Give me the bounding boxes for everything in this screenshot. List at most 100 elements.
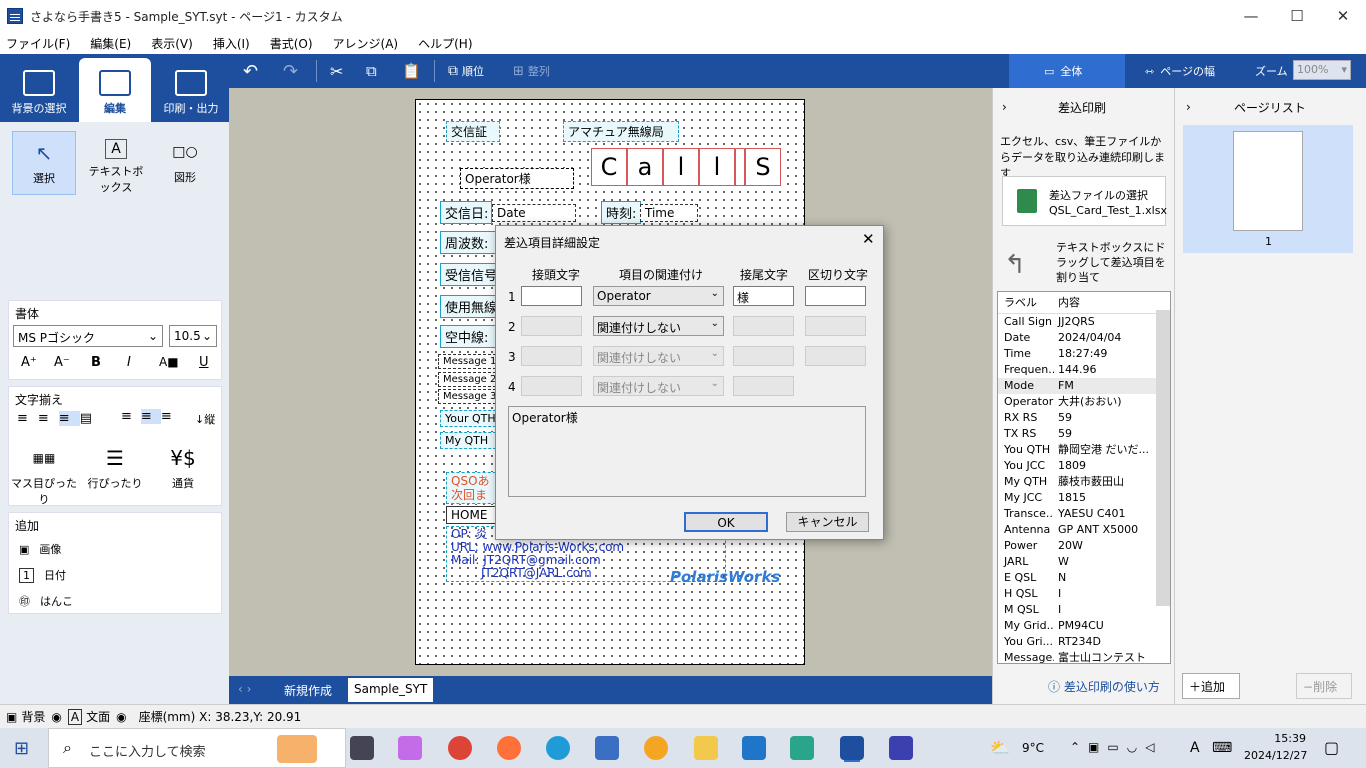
call-box[interactable]: l xyxy=(699,148,735,186)
font-size-select[interactable]: 10.5 ⌄ xyxy=(169,325,217,347)
field-msg2[interactable]: Message 2 xyxy=(438,372,496,387)
field-time[interactable]: Time xyxy=(640,204,698,222)
view-all-button[interactable]: ▭ 全体 xyxy=(1044,58,1082,84)
separator-input-2[interactable] xyxy=(805,316,866,336)
terminal-icon[interactable] xyxy=(889,736,913,760)
add-date-button[interactable]: 1 日付 xyxy=(19,567,66,583)
merge-file-button[interactable]: 差込ファイルの選択 QSL_Card_Test_1.xlsx xyxy=(1002,176,1167,226)
sayonara-app-icon[interactable] xyxy=(840,736,864,760)
table-row[interactable]: Operator 大井(おおい) xyxy=(998,394,1170,410)
suffix-input-3[interactable] xyxy=(733,346,794,366)
paste-icon[interactable]: 📋 xyxy=(402,58,421,84)
call-box[interactable]: a xyxy=(627,148,663,186)
add-image-button[interactable]: ▣ 画像 xyxy=(19,541,61,557)
menu-edit[interactable]: 編集(E) xyxy=(90,35,131,52)
prefix-input-3[interactable] xyxy=(521,346,582,366)
close-window-button[interactable]: ✕ xyxy=(1320,0,1366,32)
minimize-button[interactable]: — xyxy=(1228,0,1274,32)
prefix-input-2[interactable] xyxy=(521,316,582,336)
underline-icon[interactable]: U xyxy=(199,355,209,370)
textbox-tool[interactable]: A テキストボックス xyxy=(84,131,148,195)
field-date[interactable]: Date xyxy=(492,204,576,222)
line-fit-tool[interactable]: ☰ 行ぴったり xyxy=(83,437,147,501)
undo-icon[interactable]: ↶ xyxy=(243,58,258,84)
eye-icon[interactable]: ◉ xyxy=(116,710,126,724)
menu-arrange[interactable]: アレンジ(A) xyxy=(333,35,399,52)
prefix-input-1[interactable] xyxy=(521,286,582,306)
grid-fit-tool[interactable]: ▦▦ マス目ぴったり xyxy=(11,437,77,506)
table-row[interactable]: Transce... YAESU C401 xyxy=(998,506,1170,522)
table-row[interactable]: My QTH 藤枝市薮田山 xyxy=(998,474,1170,490)
field-qso[interactable]: QSOあ 次回ま xyxy=(446,472,496,504)
keyboard-icon[interactable]: ⌨ xyxy=(1212,740,1232,756)
add-page-button[interactable]: ＋追加 xyxy=(1182,673,1240,699)
tab-background[interactable]: 背景の選択 xyxy=(3,58,75,122)
bold-icon[interactable]: B xyxy=(91,355,101,370)
suffix-input-1[interactable]: 様 xyxy=(733,286,794,306)
font-family-select[interactable]: MS Pゴシック ⌄ xyxy=(13,325,163,347)
select-tool[interactable]: ↖ 選択 xyxy=(12,131,76,195)
task-view-icon[interactable] xyxy=(350,736,374,760)
menu-insert[interactable]: 挿入(I) xyxy=(213,35,250,52)
table-row[interactable]: H QSL I xyxy=(998,586,1170,602)
table-row[interactable]: Date 2024/04/04 xyxy=(998,330,1170,346)
dialog-close-icon[interactable]: ✕ xyxy=(862,230,875,248)
table-row[interactable]: TX RS 59 xyxy=(998,426,1170,442)
menu-view[interactable]: 表示(V) xyxy=(151,35,193,52)
field-my-qth[interactable]: My QTH xyxy=(440,432,496,449)
table-row[interactable]: You QTH 静岡空港 だいだ... xyxy=(998,442,1170,458)
tab-print[interactable]: 印刷・出力 xyxy=(155,58,227,122)
table-row[interactable]: Antenna GP ANT X5000 xyxy=(998,522,1170,538)
currency-tool[interactable]: ¥$ 通貨 xyxy=(151,437,215,501)
maximize-button[interactable]: ☐ xyxy=(1274,0,1320,32)
chrome-icon[interactable] xyxy=(448,736,472,760)
table-row[interactable]: JARL W xyxy=(998,554,1170,570)
menu-file[interactable]: ファイル(F) xyxy=(6,35,70,52)
field-date-label[interactable]: 交信日: xyxy=(440,201,492,224)
field-kotsu[interactable]: 交信証 xyxy=(446,121,500,142)
prefix-input-4[interactable] xyxy=(521,376,582,396)
copy-icon[interactable]: ⧉ xyxy=(366,58,377,84)
field-freq-label[interactable]: 周波数: xyxy=(440,231,496,254)
chevron-right-icon[interactable]: › xyxy=(1002,100,1007,114)
shrink-font-icon[interactable]: A⁻ xyxy=(54,355,70,370)
table-row[interactable]: RX RS 59 xyxy=(998,410,1170,426)
tab-edit[interactable]: 編集 xyxy=(79,58,151,122)
table-row[interactable]: Message... 富士山コンテスト xyxy=(998,650,1170,663)
table-row[interactable]: Call Sign JJ2QRS xyxy=(998,314,1170,330)
edge-icon[interactable] xyxy=(546,736,570,760)
table-row[interactable]: My Grid... PM94CU xyxy=(998,618,1170,634)
link-select-2[interactable]: 関連付けしない ⌄ xyxy=(593,316,724,336)
horizontal-align-icons[interactable]: ≡≡≡▤ xyxy=(17,411,102,426)
tab-scroll-icons[interactable]: ‹ › xyxy=(232,678,257,702)
tray-icons[interactable]: ⌃▣▭◡◁ xyxy=(1070,740,1162,754)
ime-indicator[interactable]: A xyxy=(1190,740,1200,756)
table-row[interactable]: My JCC 1815 xyxy=(998,490,1170,506)
field-your-qth[interactable]: Your QTH xyxy=(440,410,496,427)
page-thumbnail-item[interactable]: 1 xyxy=(1183,125,1353,253)
menu-format[interactable]: 書式(O) xyxy=(270,35,313,52)
add-stamp-button[interactable]: ㊞はんこ xyxy=(19,593,73,609)
ok-button[interactable]: OK xyxy=(684,512,768,532)
suffix-input-4[interactable] xyxy=(733,376,794,396)
separator-input-1[interactable] xyxy=(805,286,866,306)
field-msg3[interactable]: Message 3 xyxy=(438,389,496,404)
separator-input-3[interactable] xyxy=(805,346,866,366)
brave-icon[interactable] xyxy=(644,736,668,760)
table-row[interactable]: Power 20W xyxy=(998,538,1170,554)
call-box[interactable]: l xyxy=(663,148,699,186)
link-select-3[interactable]: 関連付けしない ⌄ xyxy=(593,346,724,366)
notes-icon[interactable] xyxy=(790,736,814,760)
cut-icon[interactable]: ✂ xyxy=(330,58,343,84)
link-select-1[interactable]: Operator ⌄ xyxy=(593,286,724,306)
call-box[interactable]: C xyxy=(591,148,627,186)
table-row[interactable]: You JCC 1809 xyxy=(998,458,1170,474)
table-row[interactable]: Time 18:27:49 xyxy=(998,346,1170,362)
tab-new-document[interactable]: 新規作成 xyxy=(278,678,338,702)
eye-icon[interactable]: ◉ xyxy=(51,710,61,724)
field-operator[interactable]: Operator様 xyxy=(460,168,574,189)
call-box[interactable]: S xyxy=(745,148,781,186)
vscode-icon[interactable] xyxy=(742,736,766,760)
tab-sample-syt[interactable]: Sample_SYT xyxy=(348,678,434,702)
zoom-select[interactable]: 100% ▾ xyxy=(1293,60,1351,80)
